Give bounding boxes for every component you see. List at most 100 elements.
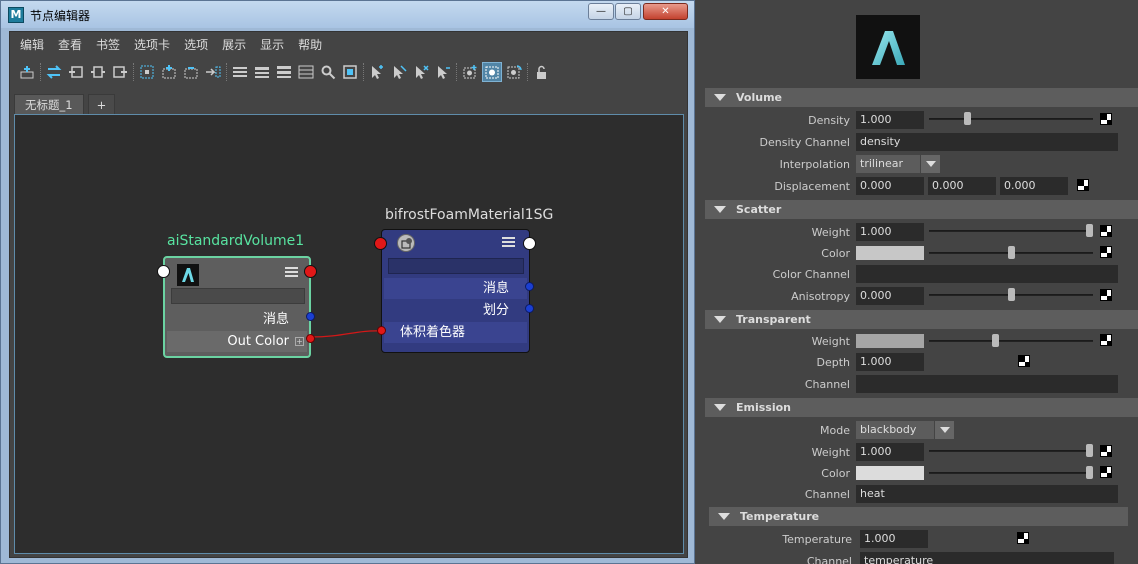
slider-knob[interactable]	[1008, 288, 1015, 301]
collapse-triangle-icon[interactable]	[714, 206, 726, 213]
slider-knob[interactable]	[1086, 224, 1093, 237]
menu-display[interactable]: 显示	[260, 36, 284, 53]
out-color-row[interactable]: Out Color	[167, 331, 307, 352]
slider-knob[interactable]	[992, 334, 999, 347]
ai-standard-volume-title[interactable]: aiStandardVolume1	[167, 233, 304, 249]
input-port[interactable]	[157, 265, 170, 278]
input-graph-icon[interactable]	[67, 63, 85, 81]
lock-icon[interactable]	[532, 63, 550, 81]
scatter-section-header[interactable]: Scatter	[705, 200, 1138, 219]
menu-bookmarks[interactable]: 书签	[96, 36, 120, 53]
chevron-down-icon[interactable]	[920, 155, 940, 173]
map-checker-icon[interactable]	[1100, 334, 1112, 346]
menu-icon[interactable]	[502, 237, 515, 248]
map-checker-icon[interactable]	[1100, 466, 1112, 478]
custom-mode-icon[interactable]	[297, 63, 315, 81]
chevron-down-icon[interactable]	[934, 421, 954, 439]
map-checker-icon[interactable]	[1100, 246, 1112, 258]
volume-shader-input-port[interactable]	[377, 326, 386, 335]
node-name-field[interactable]	[171, 288, 305, 304]
collapse-triangle-icon[interactable]	[714, 316, 726, 323]
slider-knob[interactable]	[1086, 444, 1093, 457]
menu-edit[interactable]: 编辑	[20, 36, 44, 53]
displacement-x-field[interactable]: 0.000	[856, 177, 924, 195]
pin-all-icon[interactable]	[412, 63, 430, 81]
remove-selected-icon[interactable]	[182, 63, 200, 81]
temperature-section-header[interactable]: Temperature	[709, 507, 1128, 526]
anisotropy-slider[interactable]	[929, 288, 1093, 301]
menu-options[interactable]: 选项	[184, 36, 208, 53]
scatter-color-slider[interactable]	[929, 246, 1093, 259]
map-checker-icon[interactable]	[1100, 225, 1112, 237]
emission-weight-slider[interactable]	[929, 444, 1093, 457]
scatter-weight-field[interactable]: 1.000	[856, 223, 924, 241]
connected-mode-icon[interactable]	[253, 63, 271, 81]
volume-shader-row[interactable]: 体积着色器	[384, 322, 527, 343]
simple-mode-icon[interactable]	[231, 63, 249, 81]
out-color-port[interactable]	[306, 334, 315, 343]
search-icon[interactable]	[319, 63, 337, 81]
menu-icon[interactable]	[285, 267, 298, 278]
map-checker-icon[interactable]	[1077, 179, 1089, 191]
slider-knob[interactable]	[1086, 466, 1093, 479]
partition-row[interactable]: 划分	[384, 300, 527, 321]
message-row[interactable]: 消息	[167, 309, 307, 330]
transparent-channel-field[interactable]	[856, 375, 1118, 393]
partition-output-port[interactable]	[525, 304, 534, 313]
slider-knob[interactable]	[964, 112, 971, 125]
scatter-color-swatch[interactable]	[856, 246, 924, 260]
connection-wire[interactable]	[15, 115, 685, 555]
menu-view[interactable]: 查看	[58, 36, 82, 53]
close-button[interactable]: ✕	[643, 3, 688, 20]
output-port[interactable]	[304, 265, 317, 278]
add-node-icon[interactable]	[461, 63, 479, 81]
displacement-y-field[interactable]: 0.000	[928, 177, 996, 195]
map-checker-icon[interactable]	[1100, 289, 1112, 301]
frame-all-icon[interactable]	[138, 63, 156, 81]
density-channel-field[interactable]: density	[856, 133, 1118, 151]
scatter-color-channel-field[interactable]	[856, 265, 1118, 283]
update-swatches-icon[interactable]	[505, 63, 523, 81]
map-checker-icon[interactable]	[1100, 113, 1112, 125]
node-swatch-toggle-icon[interactable]	[482, 62, 502, 82]
transparent-weight-swatch[interactable]	[856, 334, 924, 348]
node-name-field[interactable]	[388, 258, 524, 274]
collapse-triangle-icon[interactable]	[714, 404, 726, 411]
collapse-triangle-icon[interactable]	[714, 94, 726, 101]
emission-color-swatch[interactable]	[856, 466, 924, 480]
menu-help[interactable]: 帮助	[298, 36, 322, 53]
displacement-z-field[interactable]: 0.000	[1000, 177, 1068, 195]
emission-channel-field[interactable]: heat	[856, 485, 1118, 503]
foam-material-sg-node[interactable]: 消息 划分 体积着色器	[381, 229, 530, 353]
pin-selected-icon[interactable]	[368, 63, 386, 81]
temperature-field[interactable]: 1.000	[860, 530, 928, 548]
add-selected-icon[interactable]	[160, 63, 178, 81]
map-checker-icon[interactable]	[1100, 445, 1112, 457]
transparent-depth-field[interactable]: 1.000	[856, 353, 924, 371]
message-output-port[interactable]	[306, 312, 315, 321]
interpolation-dropdown[interactable]: trilinear	[856, 155, 940, 173]
menu-tabs[interactable]: 选项卡	[134, 36, 170, 53]
output-graph-icon[interactable]	[111, 63, 129, 81]
anisotropy-field[interactable]: 0.000	[856, 287, 924, 305]
ai-standard-volume-node[interactable]: 消息 Out Color +	[163, 256, 311, 358]
density-field[interactable]: 1.000	[856, 111, 924, 129]
menu-show[interactable]: 展示	[222, 36, 246, 53]
add-tab-button[interactable]: +	[87, 94, 116, 114]
io-graph-icon[interactable]	[89, 63, 107, 81]
maximize-button[interactable]: ▢	[615, 3, 641, 20]
output-port[interactable]	[523, 237, 536, 250]
input-connections-icon[interactable]	[18, 63, 36, 81]
emission-section-header[interactable]: Emission	[705, 398, 1138, 417]
foam-material-sg-title[interactable]: bifrostFoamMaterial1SG	[385, 207, 553, 223]
slider-knob[interactable]	[1008, 246, 1015, 259]
input-port[interactable]	[374, 237, 387, 250]
message-output-port[interactable]	[525, 282, 534, 291]
swap-arrows-icon[interactable]	[45, 63, 63, 81]
transparent-section-header[interactable]: Transparent	[705, 310, 1138, 329]
scatter-weight-slider[interactable]	[929, 224, 1093, 237]
map-checker-icon[interactable]	[1018, 355, 1030, 367]
full-mode-icon[interactable]	[275, 63, 293, 81]
expand-icon[interactable]: +	[295, 337, 304, 346]
unpin-all-icon[interactable]	[434, 63, 452, 81]
